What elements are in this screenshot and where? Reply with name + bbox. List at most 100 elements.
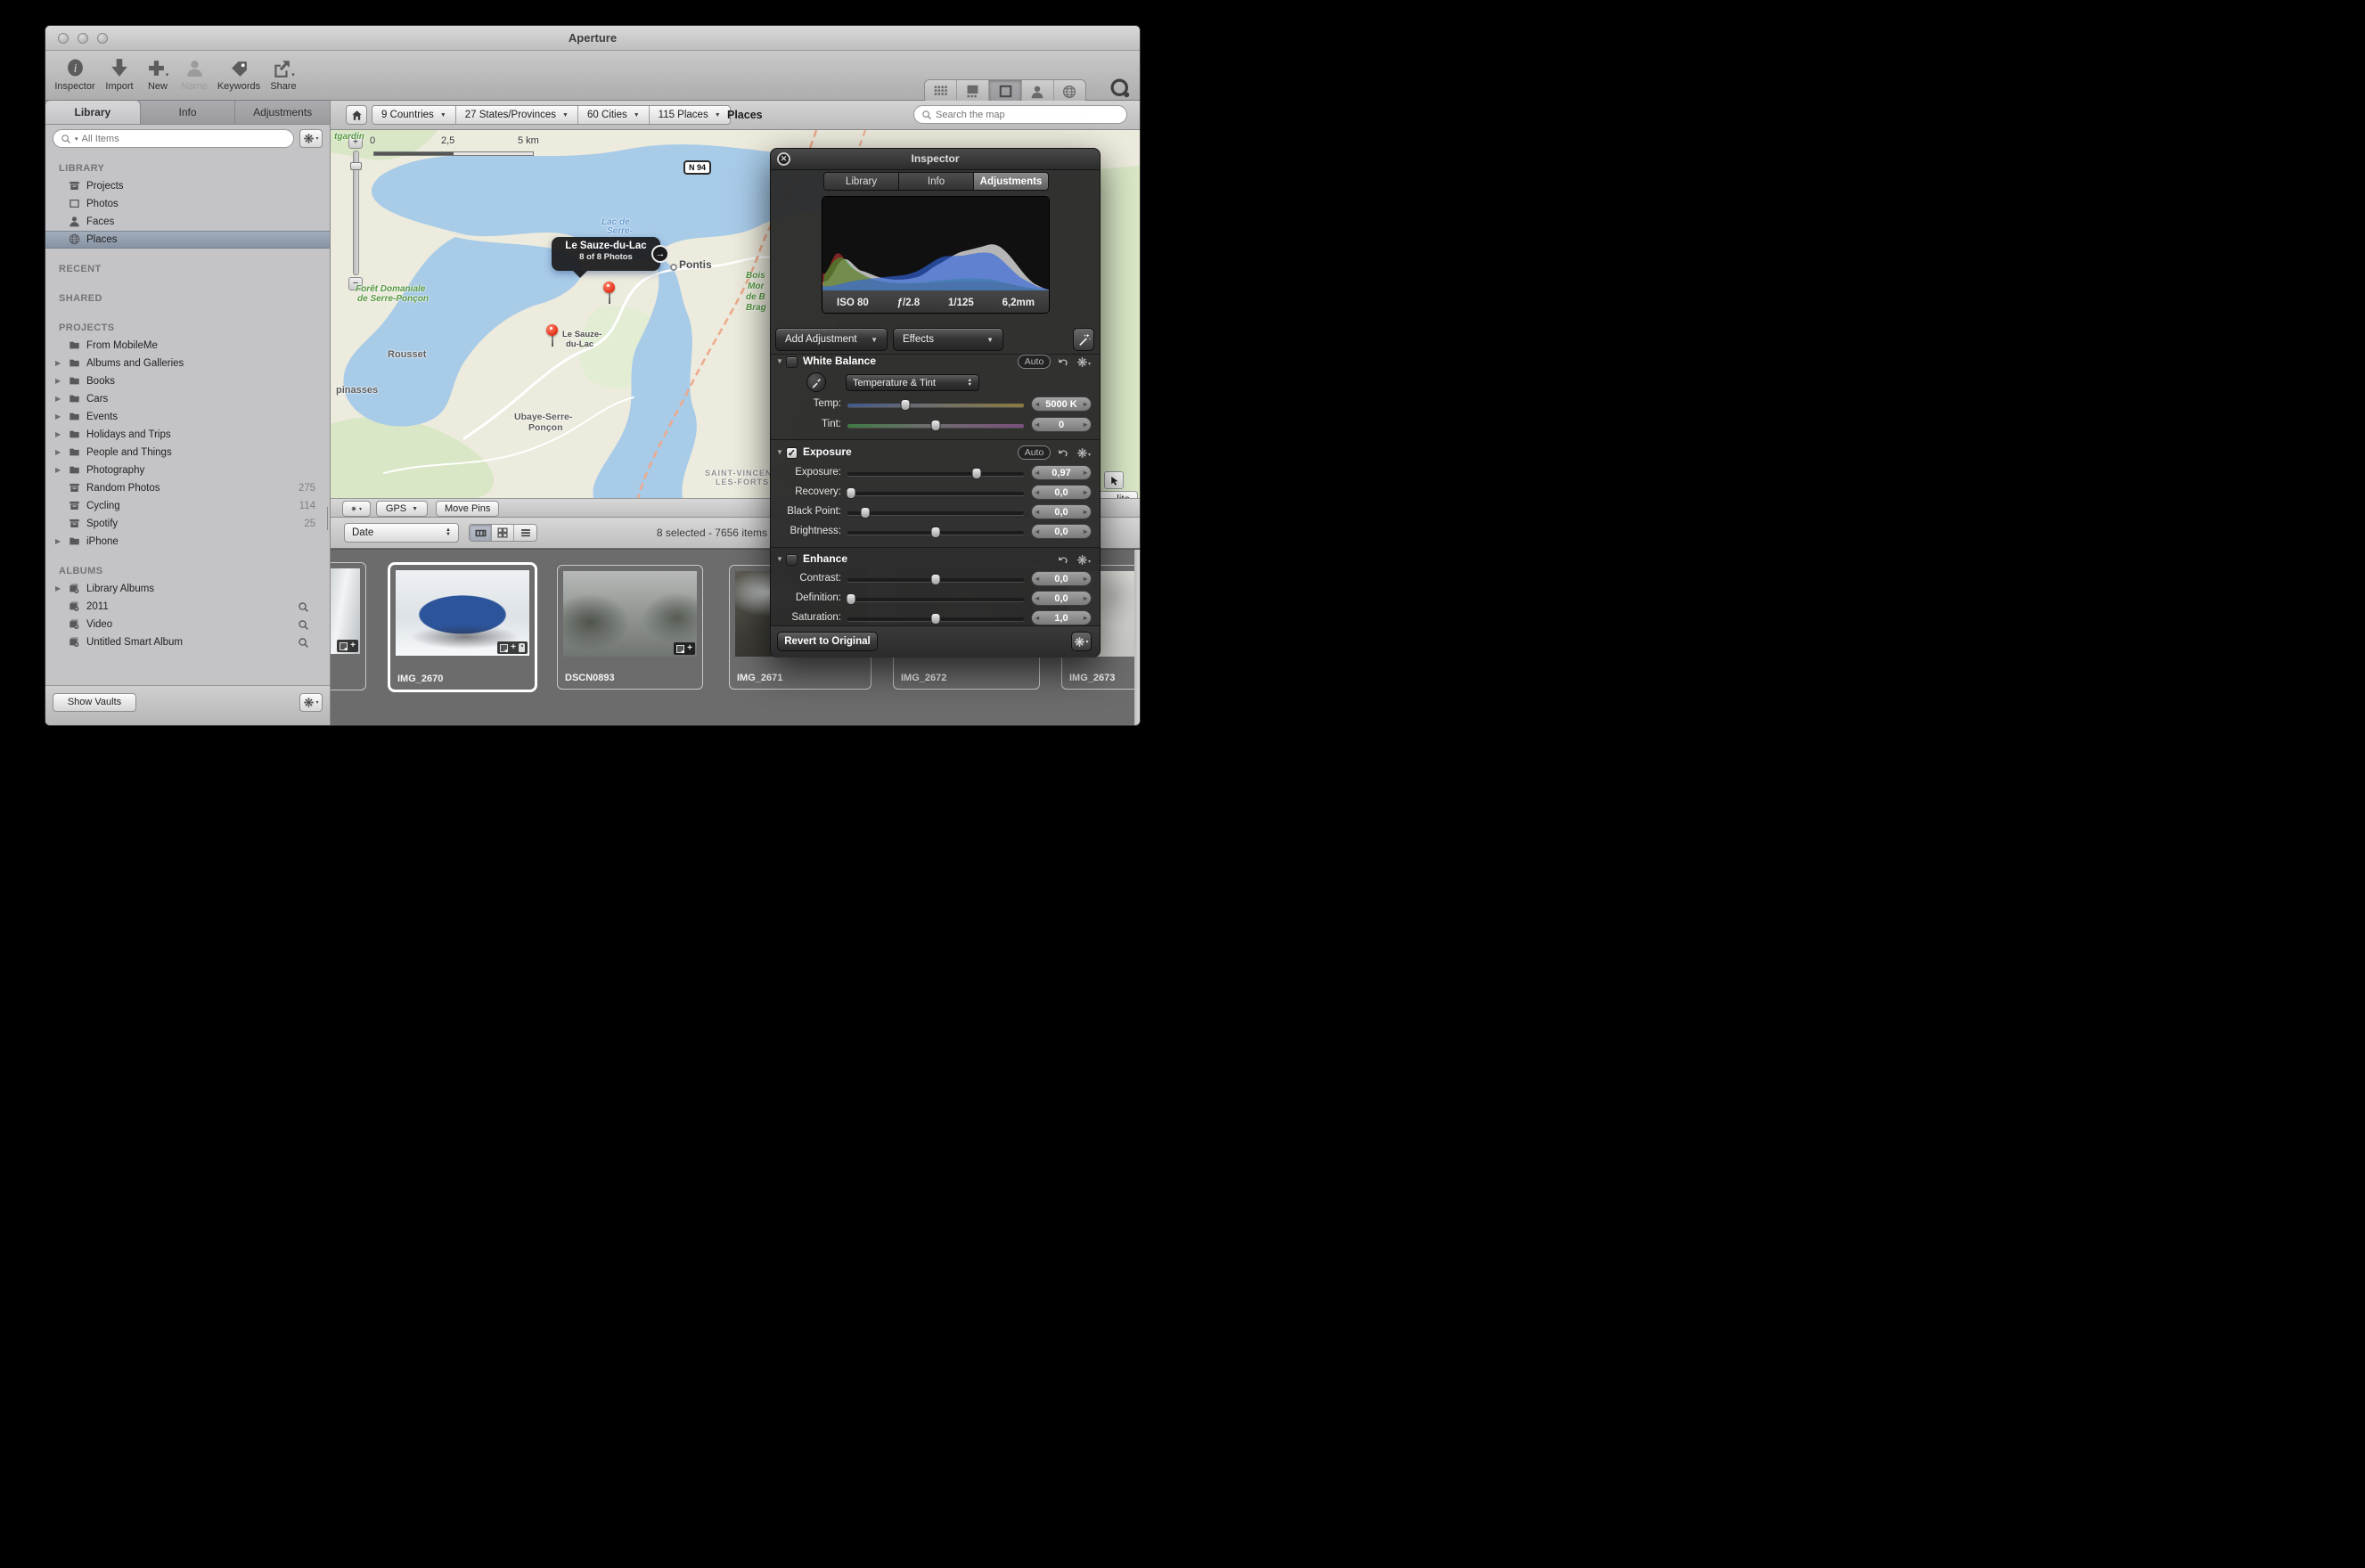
disclosure-triangle-icon[interactable]: ▶ xyxy=(55,533,64,551)
increment-icon[interactable]: ▸ xyxy=(1084,508,1087,516)
disclosure-triangle-icon[interactable]: ▶ xyxy=(55,444,64,461)
sidebar-item-iphone[interactable]: ▶ iPhone xyxy=(45,533,330,551)
increment-icon[interactable]: ▸ xyxy=(1084,469,1087,477)
sidebar-item-video[interactable]: Video xyxy=(45,616,330,633)
inspector-tab-adjustments[interactable]: Adjustments xyxy=(974,173,1048,190)
sidebar-item-photos[interactable]: Photos xyxy=(45,195,330,213)
viewer-mode-places[interactable] xyxy=(1054,80,1085,102)
revert-to-original-button[interactable]: Revert to Original xyxy=(777,632,878,651)
decrement-icon[interactable]: ◂ xyxy=(1035,614,1039,622)
decrement-icon[interactable]: ◂ xyxy=(1035,575,1039,583)
exposure-slider[interactable] xyxy=(847,472,1024,476)
tint-value-stepper[interactable]: ◂0▸ xyxy=(1031,417,1092,432)
view-filmstrip-button[interactable] xyxy=(470,525,492,541)
show-vaults-button[interactable]: Show Vaults xyxy=(53,693,136,712)
breadcrumb-states[interactable]: 27 States/Provinces▼ xyxy=(456,106,578,124)
white-balance-auto-button[interactable]: Auto xyxy=(1018,355,1051,369)
sidebar-item-albums-and-galleries[interactable]: ▶ Albums and Galleries xyxy=(45,355,330,372)
increment-icon[interactable]: ▸ xyxy=(1084,614,1087,622)
map-search-input[interactable] xyxy=(936,110,1119,120)
decrement-icon[interactable]: ◂ xyxy=(1035,400,1039,408)
effects-button[interactable]: Effects▼ xyxy=(893,328,1003,351)
viewer-mode-viewer[interactable] xyxy=(989,80,1021,102)
recovery-slider[interactable] xyxy=(847,492,1024,495)
thumbnail-partial[interactable]: + xyxy=(331,562,366,690)
enhance-checkbox[interactable] xyxy=(786,554,798,566)
brightness-value-stepper[interactable]: ◂0,0▸ xyxy=(1031,524,1092,539)
map-search-field[interactable] xyxy=(913,105,1127,124)
title-bar[interactable]: Aperture xyxy=(45,26,1140,51)
increment-icon[interactable]: ▸ xyxy=(1084,527,1087,535)
undo-icon[interactable] xyxy=(1057,446,1069,460)
sidebar-item-faces[interactable]: Faces xyxy=(45,213,330,231)
search-scope-chevron-icon[interactable]: ▾ xyxy=(75,135,78,143)
increment-icon[interactable]: ▸ xyxy=(1084,400,1087,408)
disclosure-triangle-icon[interactable]: ▶ xyxy=(55,426,64,444)
recovery-value-stepper[interactable]: ◂0,0▸ xyxy=(1031,485,1092,500)
disclosure-triangle-icon[interactable]: ▶ xyxy=(55,355,64,372)
temp-slider-thumb[interactable] xyxy=(901,399,911,411)
tab-library[interactable]: Library xyxy=(45,101,141,124)
add-adjustment-button[interactable]: Add Adjustment▼ xyxy=(775,328,888,351)
sidebar-item-people-and-things[interactable]: ▶ People and Things xyxy=(45,444,330,461)
filmstrip-scrollbar[interactable] xyxy=(1134,550,1141,726)
temp-value-stepper[interactable]: ◂5000 K▸ xyxy=(1031,396,1092,412)
disclosure-triangle-icon[interactable]: ▶ xyxy=(55,372,64,390)
sidebar-item-photography[interactable]: ▶ Photography xyxy=(45,461,330,479)
sidebar-item-events[interactable]: ▶ Events xyxy=(45,408,330,426)
saturation-slider-thumb[interactable] xyxy=(931,613,941,625)
contrast-value-stepper[interactable]: ◂0,0▸ xyxy=(1031,571,1092,586)
recovery-slider-thumb[interactable] xyxy=(846,487,855,499)
thumbnail-img-2670[interactable]: + IMG_2670 xyxy=(388,562,537,692)
saturation-slider[interactable] xyxy=(847,617,1024,621)
disclosure-triangle-icon[interactable]: ▼ xyxy=(776,555,783,563)
tint-slider[interactable] xyxy=(847,424,1024,428)
exposure-checkbox[interactable]: ✓ xyxy=(786,447,798,459)
place-callout[interactable]: Le Sauze-du-Lac 8 of 8 Photos → xyxy=(552,237,660,271)
breadcrumb-cities[interactable]: 60 Cities▼ xyxy=(578,106,650,124)
sidebar-search-field[interactable]: ▾ xyxy=(53,129,294,148)
sidebar-item-library-albums[interactable]: ▶ Library Albums xyxy=(45,580,330,598)
decrement-icon[interactable]: ◂ xyxy=(1035,488,1039,496)
sidebar-item-2011[interactable]: 2011 xyxy=(45,598,330,616)
sidebar-item-cars[interactable]: ▶ Cars xyxy=(45,390,330,408)
viewer-mode-faces[interactable] xyxy=(1022,80,1054,102)
breadcrumb-countries[interactable]: 9 Countries▼ xyxy=(372,106,456,124)
sidebar-item-spotify[interactable]: Spotify 25 xyxy=(45,515,330,533)
thumbnail-dscn0893[interactable]: + DSCN0893 xyxy=(557,565,703,690)
photo-pin-sauze-2[interactable] xyxy=(546,324,558,336)
disclosure-triangle-icon[interactable]: ▶ xyxy=(55,461,64,479)
undo-icon[interactable] xyxy=(1057,355,1069,369)
black-point-slider[interactable] xyxy=(847,511,1024,515)
disclosure-triangle-icon[interactable]: ▶ xyxy=(55,390,64,408)
tab-adjustments[interactable]: Adjustments xyxy=(235,101,330,124)
sidebar-item-from-mobileme[interactable]: From MobileMe xyxy=(45,337,330,355)
definition-slider[interactable] xyxy=(847,598,1024,601)
share-button[interactable]: ▾ Share xyxy=(258,53,309,98)
increment-icon[interactable]: ▸ xyxy=(1084,488,1087,496)
inspector-close-button[interactable]: ✕ xyxy=(777,152,790,166)
gear-icon[interactable]: ▾ xyxy=(1076,553,1091,566)
zoom-slider[interactable] xyxy=(353,151,359,275)
disclosure-triangle-icon[interactable]: ▶ xyxy=(55,408,64,426)
temp-slider[interactable] xyxy=(847,404,1024,407)
exposure-value-stepper[interactable]: ◂0,97▸ xyxy=(1031,465,1092,480)
disclosure-triangle-icon[interactable]: ▼ xyxy=(776,448,783,456)
gear-icon[interactable]: ▾ xyxy=(1076,446,1091,459)
disclosure-triangle-icon[interactable]: ▼ xyxy=(776,357,783,365)
sidebar-item-projects[interactable]: Projects xyxy=(45,177,330,195)
sort-order-select[interactable]: Date ▲▼ xyxy=(344,523,459,543)
sidebar-item-books[interactable]: ▶ Books xyxy=(45,372,330,390)
decrement-icon[interactable]: ◂ xyxy=(1035,421,1039,429)
exposure-auto-button[interactable]: Auto xyxy=(1018,445,1051,460)
map-gear-button[interactable]: ▾ xyxy=(342,501,371,517)
zoom-slider-thumb[interactable] xyxy=(350,162,362,170)
contrast-slider-thumb[interactable] xyxy=(931,574,941,585)
decrement-icon[interactable]: ◂ xyxy=(1035,469,1039,477)
definition-value-stepper[interactable]: ◂0,0▸ xyxy=(1031,591,1092,606)
viewer-mode-browser[interactable] xyxy=(957,80,989,102)
increment-icon[interactable]: ▸ xyxy=(1084,575,1087,583)
decrement-icon[interactable]: ◂ xyxy=(1035,508,1039,516)
satellite-button-clipped[interactable]: lite xyxy=(1095,491,1138,498)
viewer-mode-grid[interactable] xyxy=(925,80,957,102)
